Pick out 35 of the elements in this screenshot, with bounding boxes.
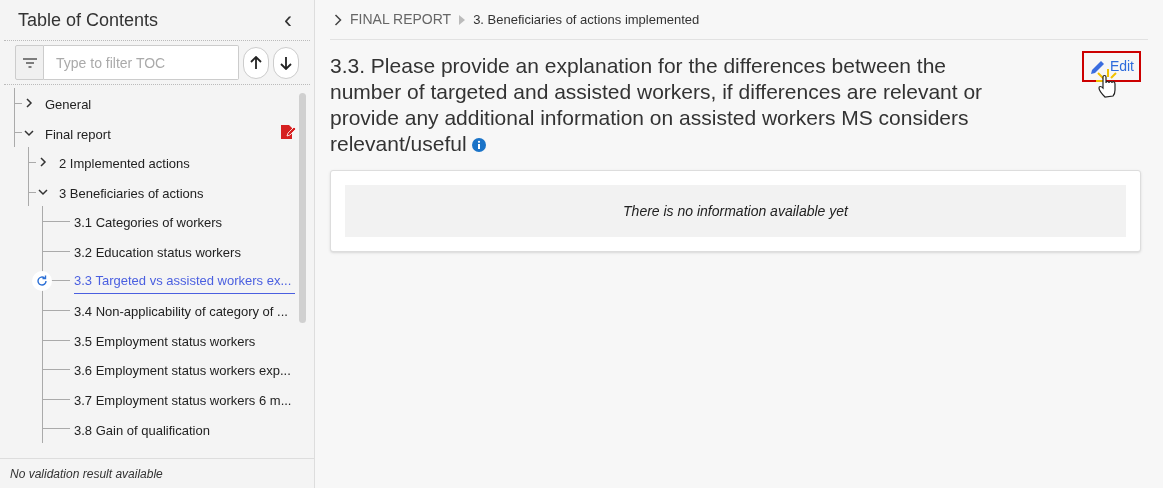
toc-item[interactable]: General bbox=[45, 95, 92, 115]
chevron-down-icon[interactable] bbox=[38, 186, 48, 197]
toc-item[interactable]: Final report bbox=[45, 124, 111, 145]
chevron-right-icon[interactable] bbox=[38, 157, 48, 168]
chevron-down-icon[interactable] bbox=[24, 127, 34, 138]
scrollbar[interactable] bbox=[299, 93, 306, 323]
empty-message: There is no information available yet bbox=[623, 201, 848, 221]
filter-field[interactable]: Type to filter TOC bbox=[44, 45, 239, 80]
triangle-right-icon bbox=[459, 14, 466, 25]
section-title: 3.3. Please provide an explanation for the differences between the number of targeted and assisted workers, if differences are relevant or provide any additional information on assisted workers MS considers relevant/useful bbox=[330, 53, 984, 157]
toc-item[interactable]: 2 Implemented actions bbox=[59, 154, 190, 174]
toc-item[interactable]: 3.4 Non-applicability of category of ... bbox=[74, 302, 288, 322]
breadcrumb-current: 3. Beneficiaries of actions implemented bbox=[473, 10, 700, 29]
toc-item[interactable]: 3.5 Employment status workers bbox=[74, 331, 256, 352]
toc-item[interactable]: 3.1 Categories of workers bbox=[74, 213, 223, 233]
refresh-icon bbox=[32, 270, 52, 291]
filter-button[interactable] bbox=[15, 45, 44, 80]
filter-icon bbox=[22, 57, 37, 68]
validation-status: No validation result available bbox=[10, 465, 163, 483]
up-button[interactable] bbox=[243, 46, 269, 79]
toc-item[interactable]: 3.2 Education status workers bbox=[74, 242, 241, 263]
chevron-right-icon[interactable] bbox=[24, 98, 34, 108]
down-arrow-icon bbox=[280, 55, 292, 70]
toc-item[interactable]: 3.3 Targeted vs assisted workers ex... bbox=[74, 270, 295, 295]
collapse-button[interactable]: ‹ bbox=[284, 8, 296, 32]
toc-item[interactable]: 3.6 Employment status workers exp... bbox=[74, 361, 291, 381]
info-icon bbox=[472, 138, 487, 152]
sidebar-title: Table of Contents bbox=[18, 8, 159, 32]
toc-item[interactable]: 3 Beneficiaries of actions bbox=[59, 183, 204, 204]
up-arrow-icon bbox=[250, 55, 262, 70]
chevron-right-icon bbox=[334, 13, 342, 26]
down-button[interactable] bbox=[273, 46, 299, 79]
toc-item[interactable]: 3.7 Employment status workers 6 m... bbox=[74, 390, 292, 411]
breadcrumb-link[interactable]: FINAL REPORT bbox=[350, 9, 452, 30]
toc-item[interactable]: 3.8 Gain of qualification bbox=[74, 420, 210, 441]
